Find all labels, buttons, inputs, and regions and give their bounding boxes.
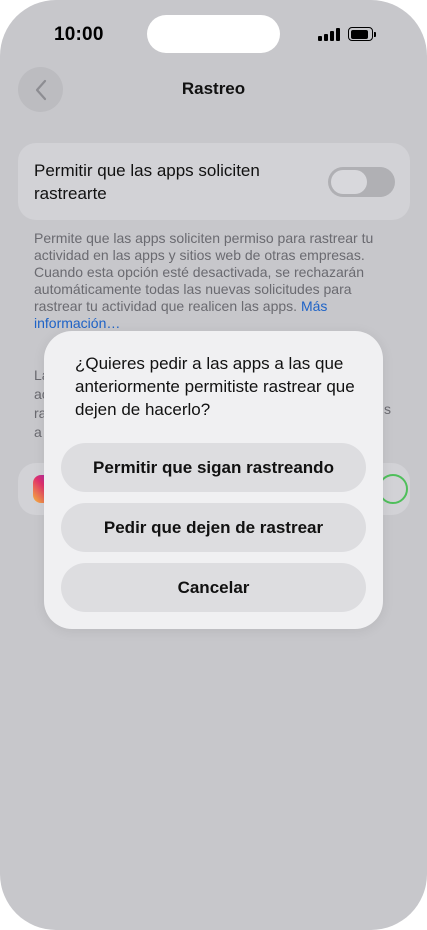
ask-stop-tracking-button[interactable]: Pedir que dejen de rastrear xyxy=(61,503,366,552)
battery-icon xyxy=(348,27,377,41)
tracking-description: Permite que las apps soliciten permiso p… xyxy=(34,230,394,332)
phone-screen: 10:00 Rastreo Permitir que las apps soli… xyxy=(0,0,427,930)
stop-tracking-dialog: ¿Quieres pedir a las apps a las que ante… xyxy=(44,331,383,629)
status-time: 10:00 xyxy=(54,24,104,45)
allow-tracking-requests-toggle[interactable] xyxy=(328,167,395,197)
cancel-button[interactable]: Cancelar xyxy=(61,563,366,612)
obscured-text-right: s xyxy=(384,401,391,417)
allow-tracking-requests-label: Permitir que las apps soliciten rastrear… xyxy=(34,161,260,203)
page-title: Rastreo xyxy=(181,79,246,98)
navigation-bar: Rastreo xyxy=(0,66,427,116)
status-bar: 10:00 xyxy=(0,0,427,70)
toggle-knob xyxy=(331,170,367,194)
dynamic-island xyxy=(147,15,280,53)
dialog-message: ¿Quieres pedir a las apps a las que ante… xyxy=(75,354,355,419)
allow-tracking-requests-row: Permitir que las apps soliciten rastrear… xyxy=(18,143,410,220)
allow-continue-tracking-button[interactable]: Permitir que sigan rastreando xyxy=(61,443,366,492)
cellular-signal-icon xyxy=(318,28,340,41)
